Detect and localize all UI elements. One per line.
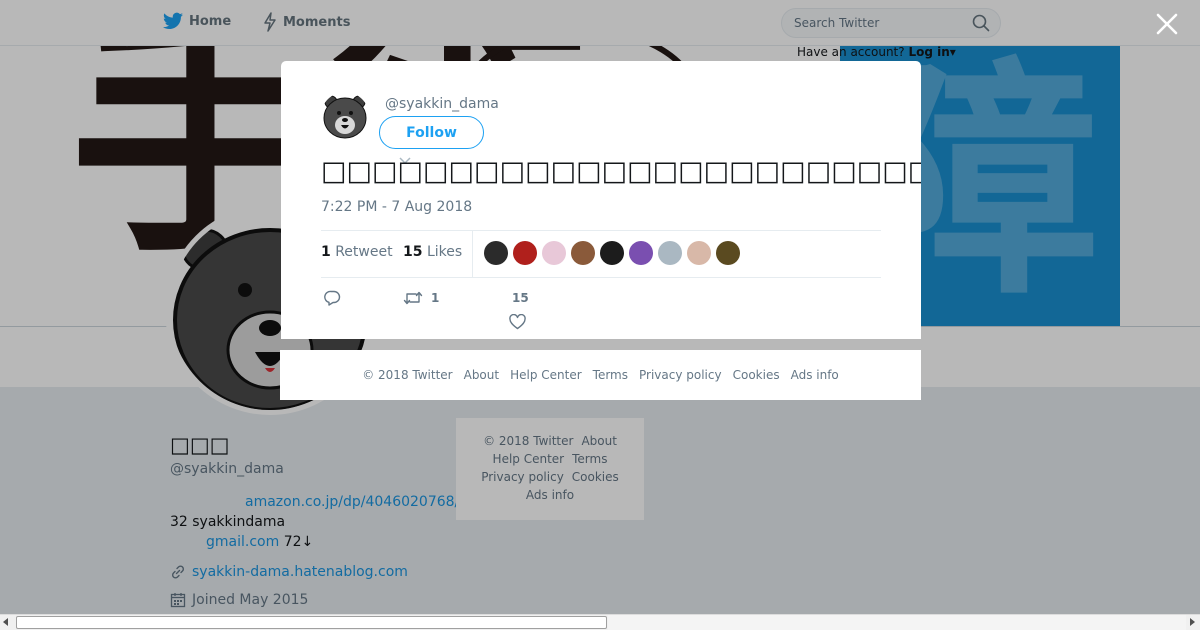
- likes-stat[interactable]: 15 Likes: [403, 244, 462, 260]
- retweet-stat[interactable]: 1 Retweet: [321, 244, 393, 260]
- heart-icon: [509, 314, 526, 330]
- horizontal-scrollbar[interactable]: [0, 614, 1200, 630]
- footer-terms[interactable]: Terms: [593, 368, 628, 382]
- tweet-author-avatar[interactable]: [321, 92, 369, 140]
- liker-avatar[interactable]: [687, 241, 711, 265]
- close-icon[interactable]: [1154, 11, 1180, 37]
- tweet-modal: @syakkin_dama Follow □□□□□□□□□□□□□□□□□□□…: [281, 61, 921, 339]
- modal-footer: © 2018 Twitter About Help Center Terms P…: [280, 350, 921, 400]
- footer-about[interactable]: About: [464, 368, 499, 382]
- liker-avatar[interactable]: [600, 241, 624, 265]
- likes-stat-label: Likes: [426, 244, 463, 260]
- footer-help-center[interactable]: Help Center: [510, 368, 582, 382]
- retweet-stat-count: 1: [321, 244, 331, 260]
- footer-cookies[interactable]: Cookies: [733, 368, 780, 382]
- retweet-icon: [403, 291, 423, 305]
- scrollbar-track[interactable]: [608, 615, 1186, 630]
- retweet-action-count: 1: [431, 291, 440, 305]
- tweet-stats: 1 Retweet 15 Likes: [321, 230, 881, 278]
- tweet-text: □□□□□□□□□□□□□□□□□□□□□□□□□□□□□□□□□□□□□□□□…: [321, 156, 921, 187]
- reply-icon: [324, 290, 341, 306]
- follow-button[interactable]: Follow: [379, 116, 484, 149]
- liker-avatar[interactable]: [629, 241, 653, 265]
- like-button[interactable]: [509, 314, 526, 330]
- scroll-left-arrow-icon[interactable]: [3, 618, 8, 626]
- liker-avatars: [484, 241, 740, 265]
- liker-avatar[interactable]: [716, 241, 740, 265]
- footer-privacy-policy[interactable]: Privacy policy: [639, 368, 722, 382]
- tweet-timestamp[interactable]: 7:22 PM - 7 Aug 2018: [321, 199, 472, 215]
- tweet-author-handle[interactable]: @syakkin_dama: [385, 96, 499, 112]
- liker-avatar[interactable]: [513, 241, 537, 265]
- bear-avatar-icon: [323, 95, 367, 139]
- liker-avatar[interactable]: [484, 241, 508, 265]
- footer-copyright: © 2018 Twitter: [362, 368, 453, 382]
- retweet-stat-label: Retweet: [335, 244, 393, 260]
- stats-divider: [472, 231, 473, 277]
- reply-button[interactable]: [324, 290, 341, 306]
- liker-avatar[interactable]: [571, 241, 595, 265]
- liker-avatar[interactable]: [658, 241, 682, 265]
- footer-ads-info[interactable]: Ads info: [791, 368, 839, 382]
- scrollbar-thumb[interactable]: [16, 616, 607, 629]
- scroll-right-arrow-icon[interactable]: [1190, 618, 1195, 626]
- retweet-button[interactable]: 1: [403, 290, 439, 306]
- like-action-count: 15: [512, 291, 529, 305]
- likes-stat-count: 15: [403, 244, 423, 260]
- liker-avatar[interactable]: [542, 241, 566, 265]
